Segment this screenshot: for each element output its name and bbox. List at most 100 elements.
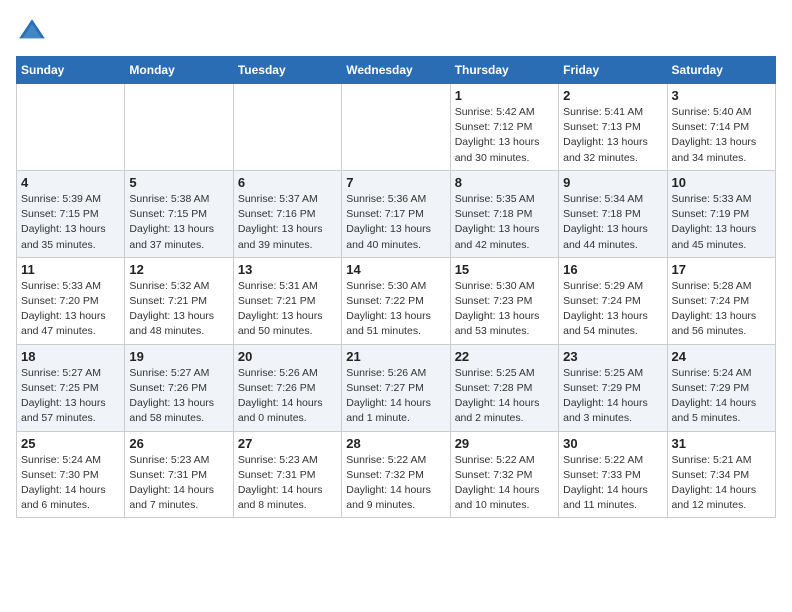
day-number: 1 bbox=[455, 88, 554, 103]
column-header-tuesday: Tuesday bbox=[233, 57, 341, 84]
day-number: 13 bbox=[238, 262, 337, 277]
cell-info: Sunrise: 5:29 AM Sunset: 7:24 PM Dayligh… bbox=[563, 279, 662, 340]
day-number: 15 bbox=[455, 262, 554, 277]
calendar-cell: 25Sunrise: 5:24 AM Sunset: 7:30 PM Dayli… bbox=[17, 431, 125, 518]
calendar-cell: 14 Sunrise: 5:30 AM Sunset: 7:22 PM Dayli… bbox=[342, 257, 450, 344]
logo bbox=[16, 16, 52, 48]
cell-info: Sunrise: 5:27 AM Sunset: 7:26 PM Dayligh… bbox=[129, 366, 228, 427]
day-number: 16 bbox=[563, 262, 662, 277]
calendar-cell: 26 Sunrise: 5:23 AM Sunset: 7:31 PM Dayli… bbox=[125, 431, 233, 518]
cell-info: Sunrise: 5:33 AM Sunset: 7:19 PM Dayligh… bbox=[672, 192, 771, 253]
day-number: 27 bbox=[238, 436, 337, 451]
day-number: 12 bbox=[129, 262, 228, 277]
column-header-thursday: Thursday bbox=[450, 57, 558, 84]
cell-info: Sunrise: 5:22 AM Sunset: 7:32 PM Dayligh… bbox=[346, 453, 445, 514]
calendar-cell: 21 Sunrise: 5:26 AM Sunset: 7:27 PM Dayli… bbox=[342, 344, 450, 431]
cell-info: Sunrise: 5:42 AM Sunset: 7:12 PM Dayligh… bbox=[455, 105, 554, 166]
calendar-body: 1 Sunrise: 5:42 AM Sunset: 7:12 PM Daylig… bbox=[17, 84, 776, 518]
calendar-cell: 16 Sunrise: 5:29 AM Sunset: 7:24 PM Dayli… bbox=[559, 257, 667, 344]
cell-info: Sunrise: 5:22 AM Sunset: 7:32 PM Dayligh… bbox=[455, 453, 554, 514]
cell-info: Sunrise: 5:23 AM Sunset: 7:31 PM Dayligh… bbox=[238, 453, 337, 514]
day-number: 9 bbox=[563, 175, 662, 190]
calendar-cell bbox=[233, 84, 341, 171]
calendar-cell: 29Sunrise: 5:22 AM Sunset: 7:32 PM Dayli… bbox=[450, 431, 558, 518]
cell-info: Sunrise: 5:22 AM Sunset: 7:33 PM Dayligh… bbox=[563, 453, 662, 514]
column-header-wednesday: Wednesday bbox=[342, 57, 450, 84]
day-number: 20 bbox=[238, 349, 337, 364]
calendar-cell: 31Sunrise: 5:21 AM Sunset: 7:34 PM Dayli… bbox=[667, 431, 775, 518]
week-row-2: 4Sunrise: 5:39 AM Sunset: 7:15 PM Daylig… bbox=[17, 170, 776, 257]
day-number: 2 bbox=[563, 88, 662, 103]
calendar-cell: 8 Sunrise: 5:35 AM Sunset: 7:18 PM Daylig… bbox=[450, 170, 558, 257]
cell-info: Sunrise: 5:25 AM Sunset: 7:29 PM Dayligh… bbox=[563, 366, 662, 427]
calendar-cell: 22 Sunrise: 5:25 AM Sunset: 7:28 PM Dayli… bbox=[450, 344, 558, 431]
cell-info: Sunrise: 5:28 AM Sunset: 7:24 PM Dayligh… bbox=[672, 279, 771, 340]
calendar-cell: 6 Sunrise: 5:37 AM Sunset: 7:16 PM Daylig… bbox=[233, 170, 341, 257]
calendar-cell: 7Sunrise: 5:36 AM Sunset: 7:17 PM Daylig… bbox=[342, 170, 450, 257]
day-number: 11 bbox=[21, 262, 120, 277]
logo-icon bbox=[16, 16, 48, 48]
page-header bbox=[16, 16, 776, 48]
calendar-cell: 10 Sunrise: 5:33 AM Sunset: 7:19 PM Dayli… bbox=[667, 170, 775, 257]
cell-info: Sunrise: 5:35 AM Sunset: 7:18 PM Dayligh… bbox=[455, 192, 554, 253]
day-number: 3 bbox=[672, 88, 771, 103]
cell-info: Sunrise: 5:38 AM Sunset: 7:15 PM Dayligh… bbox=[129, 192, 228, 253]
day-number: 18 bbox=[21, 349, 120, 364]
calendar-cell: 15 Sunrise: 5:30 AM Sunset: 7:23 PM Dayli… bbox=[450, 257, 558, 344]
cell-info: Sunrise: 5:32 AM Sunset: 7:21 PM Dayligh… bbox=[129, 279, 228, 340]
day-number: 6 bbox=[238, 175, 337, 190]
day-number: 17 bbox=[672, 262, 771, 277]
day-number: 28 bbox=[346, 436, 445, 451]
column-header-sunday: Sunday bbox=[17, 57, 125, 84]
calendar-cell: 2Sunrise: 5:41 AM Sunset: 7:13 PM Daylig… bbox=[559, 84, 667, 171]
cell-info: Sunrise: 5:26 AM Sunset: 7:26 PM Dayligh… bbox=[238, 366, 337, 427]
cell-info: Sunrise: 5:31 AM Sunset: 7:21 PM Dayligh… bbox=[238, 279, 337, 340]
cell-info: Sunrise: 5:25 AM Sunset: 7:28 PM Dayligh… bbox=[455, 366, 554, 427]
day-number: 23 bbox=[563, 349, 662, 364]
cell-info: Sunrise: 5:37 AM Sunset: 7:16 PM Dayligh… bbox=[238, 192, 337, 253]
cell-info: Sunrise: 5:23 AM Sunset: 7:31 PM Dayligh… bbox=[129, 453, 228, 514]
cell-info: Sunrise: 5:21 AM Sunset: 7:34 PM Dayligh… bbox=[672, 453, 771, 514]
week-row-3: 11 Sunrise: 5:33 AM Sunset: 7:20 PM Dayli… bbox=[17, 257, 776, 344]
cell-info: Sunrise: 5:36 AM Sunset: 7:17 PM Dayligh… bbox=[346, 192, 445, 253]
calendar-table: SundayMondayTuesdayWednesdayThursdayFrid… bbox=[16, 56, 776, 518]
day-number: 21 bbox=[346, 349, 445, 364]
day-number: 24 bbox=[672, 349, 771, 364]
calendar-cell: 5 Sunrise: 5:38 AM Sunset: 7:15 PM Daylig… bbox=[125, 170, 233, 257]
day-number: 14 bbox=[346, 262, 445, 277]
calendar-cell bbox=[342, 84, 450, 171]
calendar-cell: 3 Sunrise: 5:40 AM Sunset: 7:14 PM Daylig… bbox=[667, 84, 775, 171]
day-number: 19 bbox=[129, 349, 228, 364]
day-number: 22 bbox=[455, 349, 554, 364]
cell-info: Sunrise: 5:24 AM Sunset: 7:30 PM Dayligh… bbox=[21, 453, 120, 514]
week-row-1: 1 Sunrise: 5:42 AM Sunset: 7:12 PM Daylig… bbox=[17, 84, 776, 171]
cell-info: Sunrise: 5:33 AM Sunset: 7:20 PM Dayligh… bbox=[21, 279, 120, 340]
calendar-cell: 11 Sunrise: 5:33 AM Sunset: 7:20 PM Dayli… bbox=[17, 257, 125, 344]
day-number: 5 bbox=[129, 175, 228, 190]
calendar-cell: 12 Sunrise: 5:32 AM Sunset: 7:21 PM Dayli… bbox=[125, 257, 233, 344]
cell-info: Sunrise: 5:40 AM Sunset: 7:14 PM Dayligh… bbox=[672, 105, 771, 166]
cell-info: Sunrise: 5:30 AM Sunset: 7:22 PM Dayligh… bbox=[346, 279, 445, 340]
cell-info: Sunrise: 5:30 AM Sunset: 7:23 PM Dayligh… bbox=[455, 279, 554, 340]
day-number: 30 bbox=[563, 436, 662, 451]
cell-info: Sunrise: 5:39 AM Sunset: 7:15 PM Dayligh… bbox=[21, 192, 120, 253]
calendar-cell: 1 Sunrise: 5:42 AM Sunset: 7:12 PM Daylig… bbox=[450, 84, 558, 171]
calendar-cell: 27 Sunrise: 5:23 AM Sunset: 7:31 PM Dayli… bbox=[233, 431, 341, 518]
calendar-cell: 13 Sunrise: 5:31 AM Sunset: 7:21 PM Dayli… bbox=[233, 257, 341, 344]
column-header-friday: Friday bbox=[559, 57, 667, 84]
calendar-header: SundayMondayTuesdayWednesdayThursdayFrid… bbox=[17, 57, 776, 84]
cell-info: Sunrise: 5:26 AM Sunset: 7:27 PM Dayligh… bbox=[346, 366, 445, 427]
day-number: 26 bbox=[129, 436, 228, 451]
column-header-saturday: Saturday bbox=[667, 57, 775, 84]
day-number: 8 bbox=[455, 175, 554, 190]
column-header-monday: Monday bbox=[125, 57, 233, 84]
calendar-cell: 20 Sunrise: 5:26 AM Sunset: 7:26 PM Dayli… bbox=[233, 344, 341, 431]
calendar-cell: 9Sunrise: 5:34 AM Sunset: 7:18 PM Daylig… bbox=[559, 170, 667, 257]
day-number: 10 bbox=[672, 175, 771, 190]
calendar-cell: 4Sunrise: 5:39 AM Sunset: 7:15 PM Daylig… bbox=[17, 170, 125, 257]
calendar-cell: 23 Sunrise: 5:25 AM Sunset: 7:29 PM Dayli… bbox=[559, 344, 667, 431]
week-row-5: 25Sunrise: 5:24 AM Sunset: 7:30 PM Dayli… bbox=[17, 431, 776, 518]
calendar-cell: 17 Sunrise: 5:28 AM Sunset: 7:24 PM Dayli… bbox=[667, 257, 775, 344]
week-row-4: 18Sunrise: 5:27 AM Sunset: 7:25 PM Dayli… bbox=[17, 344, 776, 431]
calendar-cell: 30 Sunrise: 5:22 AM Sunset: 7:33 PM Dayli… bbox=[559, 431, 667, 518]
